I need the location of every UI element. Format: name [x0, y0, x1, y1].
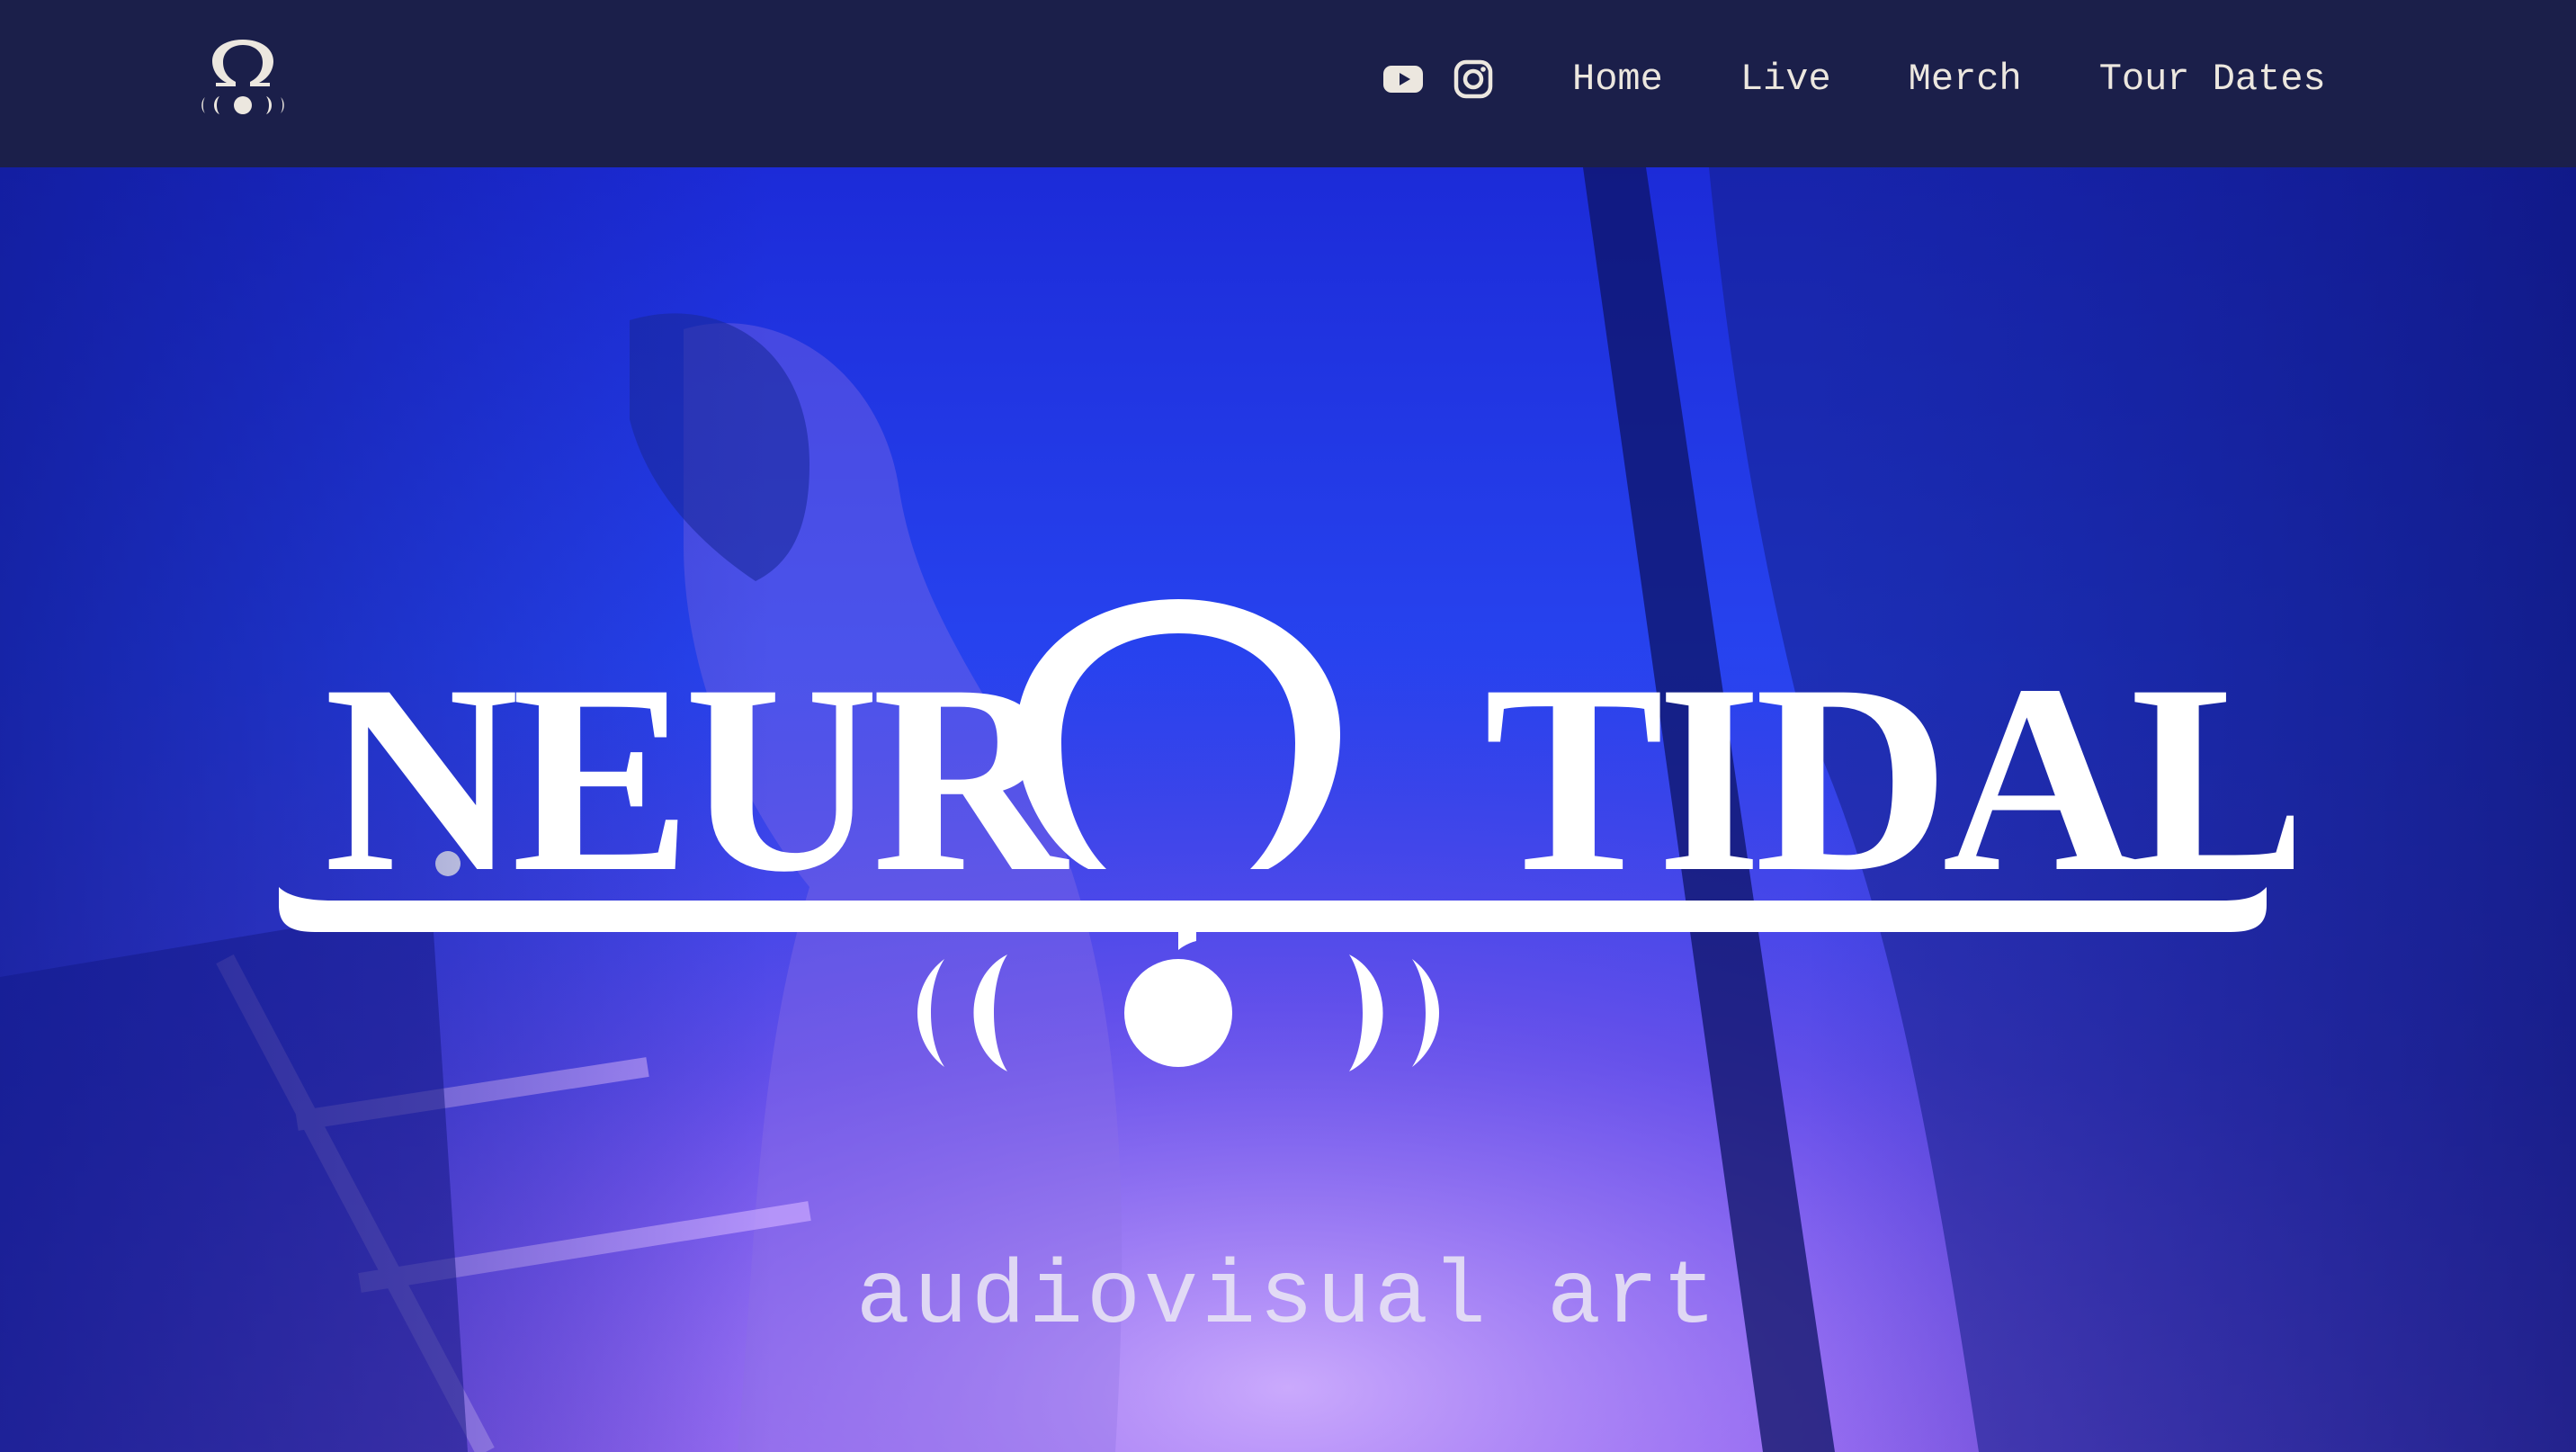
neurotidal-logo: NEUR TIDAL — [279, 599, 2294, 1071]
logo-moon-phases-icon — [917, 955, 1439, 1071]
site-header: Home Live Merch Tour Dates — [0, 0, 2576, 167]
nav-merch[interactable]: Merch — [1909, 54, 2022, 104]
hero-section: NEUR TIDAL audiovisual art — [0, 167, 2576, 1452]
omega-icon — [212, 40, 273, 86]
instagram-icon[interactable] — [1452, 58, 1495, 101]
logo-omega-icon — [1016, 599, 1340, 869]
logo-text-neur: NEUR — [324, 629, 1070, 928]
nav-tour-dates[interactable]: Tour Dates — [2099, 54, 2326, 104]
nav-live[interactable]: Live — [1740, 54, 1831, 104]
nav-home[interactable]: Home — [1572, 54, 1663, 104]
moon-phases-icon — [201, 96, 284, 114]
main-nav: Home Live Merch Tour Dates — [1572, 54, 2326, 104]
youtube-icon[interactable] — [1382, 58, 1425, 101]
hero-tagline: audiovisual art — [855, 1248, 1721, 1349]
logo-text-tidal: TIDAL — [1484, 629, 2294, 928]
social-links — [1382, 58, 1495, 101]
brand-logo[interactable] — [196, 36, 290, 126]
